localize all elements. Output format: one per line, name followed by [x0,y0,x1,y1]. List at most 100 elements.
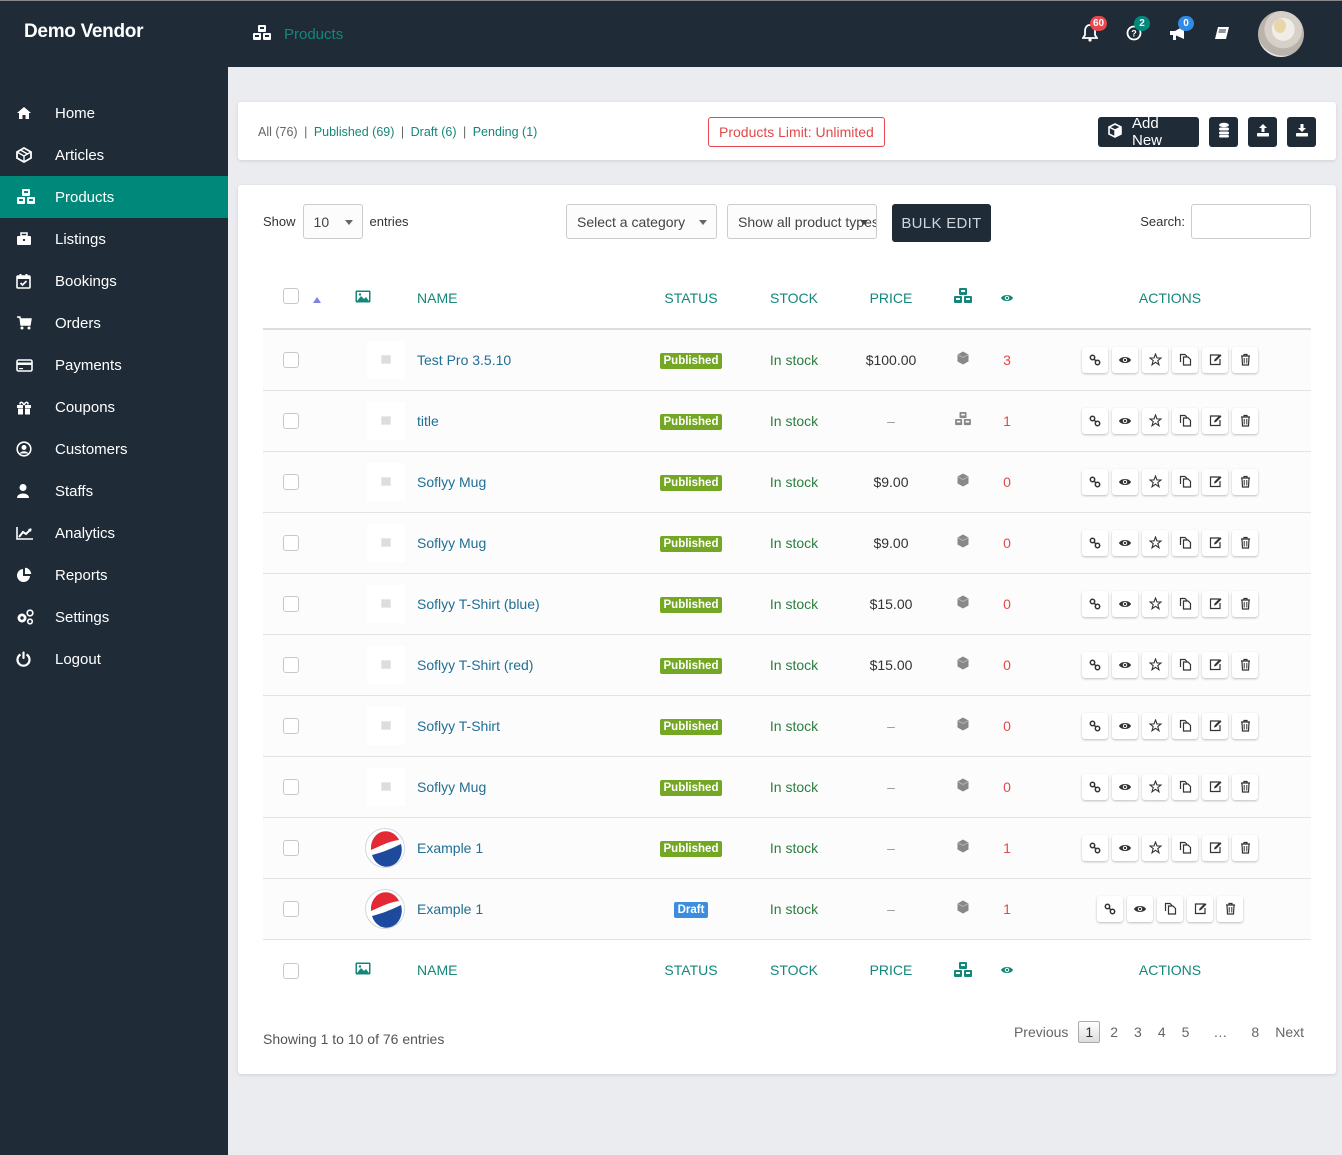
select-all-checkbox[interactable] [283,962,299,979]
sidebar-item-logout[interactable]: Logout [0,638,228,680]
delete-button[interactable] [1232,590,1258,617]
feature-button[interactable] [1142,834,1168,861]
product-name-link[interactable]: Soflyy T-Shirt [417,718,500,734]
copy-link-button[interactable] [1082,468,1108,495]
copy-link-button[interactable] [1082,773,1108,800]
knowledgebase-button[interactable] [1200,11,1244,57]
sidebar-item-payments[interactable]: Payments [0,344,228,386]
name-column-header[interactable]: NAME [417,267,635,330]
feature-button[interactable] [1142,712,1168,739]
row-checkbox[interactable] [283,352,299,369]
row-checkbox[interactable] [283,474,299,491]
delete-button[interactable] [1232,468,1258,495]
pagination-page[interactable]: 2 [1104,1022,1124,1042]
feature-button[interactable] [1142,651,1168,678]
product-thumbnail[interactable] [367,401,405,440]
edit-button[interactable] [1187,895,1213,922]
sidebar-item-products[interactable]: Products [0,176,228,218]
vendor-brand[interactable]: Demo Vendor [24,21,143,43]
filter-published[interactable]: Published (69) [314,125,395,139]
duplicate-button[interactable] [1172,712,1198,739]
product-thumbnail[interactable] [367,340,405,379]
delete-button[interactable] [1232,712,1258,739]
price-column-header[interactable]: PRICE [841,267,941,330]
pagination-next[interactable]: Next [1269,1022,1310,1042]
copy-link-button[interactable] [1097,895,1123,922]
product-thumbnail[interactable] [367,706,405,745]
add-new-button[interactable]: Add New [1098,115,1199,149]
view-button[interactable] [1127,895,1153,922]
edit-button[interactable] [1202,529,1228,556]
view-button[interactable] [1112,590,1138,617]
duplicate-button[interactable] [1172,590,1198,617]
product-name-link[interactable]: Example 1 [417,901,483,917]
pagination-page[interactable]: 5 [1176,1022,1196,1042]
delete-button[interactable] [1217,895,1243,922]
views-column-header[interactable] [985,267,1029,330]
copy-link-button[interactable] [1082,712,1108,739]
feature-button[interactable] [1142,773,1168,800]
product-name-link[interactable]: Soflyy Mug [417,474,486,490]
duplicate-button[interactable] [1172,468,1198,495]
sidebar-item-reports[interactable]: Reports [0,554,228,596]
feature-button[interactable] [1142,590,1168,617]
delete-button[interactable] [1232,773,1258,800]
edit-button[interactable] [1202,346,1228,373]
pagination-page[interactable]: 1 [1078,1021,1101,1043]
copy-link-button[interactable] [1082,529,1108,556]
row-checkbox[interactable] [283,840,299,857]
edit-button[interactable] [1202,590,1228,617]
filter-draft[interactable]: Draft (6) [411,125,457,139]
notifications-button[interactable]: 60 [1068,11,1112,57]
row-checkbox[interactable] [283,596,299,613]
copy-link-button[interactable] [1082,834,1108,861]
duplicate-button[interactable] [1157,895,1183,922]
pagination-page[interactable]: 3 [1128,1022,1148,1042]
product-thumbnail[interactable] [367,523,405,562]
duplicate-button[interactable] [1172,773,1198,800]
duplicate-button[interactable] [1172,346,1198,373]
edit-button[interactable] [1202,651,1228,678]
view-button[interactable] [1112,468,1138,495]
product-thumbnail[interactable] [365,888,405,929]
product-name-link[interactable]: title [417,413,439,429]
pagination-page[interactable]: 4 [1152,1022,1172,1042]
sidebar-item-staffs[interactable]: Staffs [0,470,228,512]
help-button[interactable]: ? 2 [1112,11,1156,57]
row-checkbox[interactable] [283,718,299,735]
row-checkbox[interactable] [283,901,299,918]
category-filter-select[interactable]: Select a category [566,204,717,239]
view-button[interactable] [1112,773,1138,800]
row-checkbox[interactable] [283,535,299,552]
entries-per-page-select[interactable]: 10 [302,204,363,239]
edit-button[interactable] [1202,834,1228,861]
copy-link-button[interactable] [1082,651,1108,678]
product-thumbnail[interactable] [367,767,405,806]
sidebar-item-orders[interactable]: Orders [0,302,228,344]
copy-link-button[interactable] [1082,346,1108,373]
delete-button[interactable] [1232,834,1258,861]
product-name-link[interactable]: Example 1 [417,840,483,856]
feature-button[interactable] [1142,407,1168,434]
delete-button[interactable] [1232,346,1258,373]
product-thumbnail[interactable] [367,462,405,501]
feature-button[interactable] [1142,346,1168,373]
view-button[interactable] [1112,346,1138,373]
product-name-link[interactable]: Soflyy Mug [417,535,486,551]
edit-button[interactable] [1202,773,1228,800]
stock-manager-button[interactable] [1209,117,1238,147]
view-button[interactable] [1112,712,1138,739]
duplicate-button[interactable] [1172,651,1198,678]
search-input[interactable] [1191,204,1311,239]
select-all-checkbox[interactable] [283,287,299,304]
pagination-previous[interactable]: Previous [1008,1022,1074,1042]
delete-button[interactable] [1232,407,1258,434]
product-name-link[interactable]: Soflyy Mug [417,779,486,795]
product-thumbnail[interactable] [365,827,405,868]
import-button[interactable] [1248,117,1277,147]
sidebar-item-articles[interactable]: Articles [0,134,228,176]
delete-button[interactable] [1232,529,1258,556]
view-button[interactable] [1112,407,1138,434]
edit-button[interactable] [1202,468,1228,495]
edit-button[interactable] [1202,712,1228,739]
